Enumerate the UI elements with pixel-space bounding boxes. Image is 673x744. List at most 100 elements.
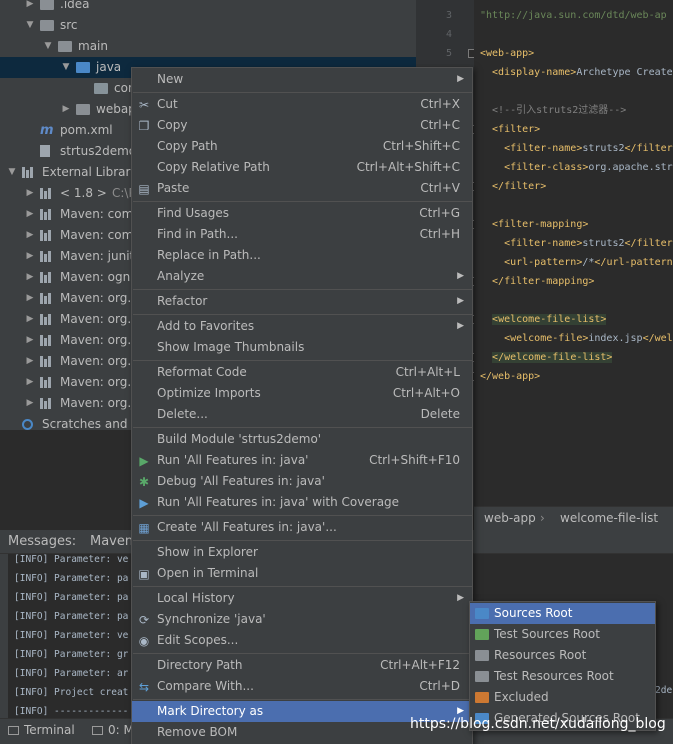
menu-item-label: Paste	[157, 181, 190, 195]
watermark: https://blog.csdn.net/xudailong_blog	[410, 716, 666, 732]
menu-item-create-all-features-in-java[interactable]: ▦ Create 'All Features in: java'...	[132, 517, 472, 538]
menu-item-replace-in-path[interactable]: Replace in Path...	[132, 245, 472, 266]
menu-item-delete[interactable]: Delete... Delete	[132, 404, 472, 425]
chevron-right-icon[interactable]: ▶	[24, 183, 36, 204]
coverage-icon: ▶	[139, 496, 149, 510]
menu-item-find-in-path[interactable]: Find in Path... Ctrl+H	[132, 224, 472, 245]
messages-tab[interactable]: 0: M	[92, 723, 134, 737]
breadcrumb: web-app › welcome-file-list	[474, 506, 673, 530]
log-line: [INFO] Parameter: ar	[14, 668, 129, 679]
chevron-right-icon[interactable]: ▶	[24, 288, 36, 309]
chevron-down-icon[interactable]: ▼	[60, 57, 72, 78]
menu-item-copy-relative-path[interactable]: Copy Relative Path Ctrl+Alt+Shift+C	[132, 157, 472, 178]
submenu-item-excluded[interactable]: Excluded	[470, 687, 655, 708]
chevron-right-icon[interactable]: ▶	[24, 309, 36, 330]
menu-item-label: Debug 'All Features in: java'	[157, 474, 325, 488]
tree-row[interactable]: ▼ main	[0, 36, 416, 57]
library-icon	[40, 335, 54, 346]
menu-item-reformat-code[interactable]: Reformat Code Ctrl+Alt+L	[132, 362, 472, 383]
tree-item-label: Maven: com	[60, 207, 134, 221]
menu-separator	[133, 289, 473, 290]
chevron-down-icon[interactable]: ▼	[6, 162, 18, 183]
menu-item-build-module-strtus2demo[interactable]: Build Module 'strtus2demo'	[132, 429, 472, 450]
chevron-right-icon[interactable]: ▶	[24, 225, 36, 246]
menu-item-directory-path[interactable]: Directory Path Ctrl+Alt+F12	[132, 655, 472, 676]
menu-item-shortcut: Ctrl+Alt+O	[392, 386, 460, 400]
log-line: [INFO] Parameter: pa	[14, 611, 129, 622]
code-line: </filter-mapping>	[480, 276, 595, 287]
menu-item-show-image-thumbnails[interactable]: Show Image Thumbnails	[132, 337, 472, 358]
menu-separator	[133, 201, 473, 202]
library-icon	[40, 251, 54, 262]
library-icon	[40, 356, 54, 367]
chevron-right-icon[interactable]: ▶	[24, 0, 36, 15]
tree-row[interactable]: ▼ src	[0, 15, 416, 36]
menu-item-refactor[interactable]: Refactor ▶	[132, 291, 472, 312]
menu-item-label: Directory Path	[157, 658, 243, 672]
menu-item-cut[interactable]: ✂ Cut Ctrl+X	[132, 94, 472, 115]
code-line: <filter-class>org.apache.str	[480, 162, 673, 173]
menu-item-local-history[interactable]: Local History ▶	[132, 588, 472, 609]
scopes-icon: ◉	[138, 634, 150, 648]
tree-item-label: Maven: ognl	[60, 270, 134, 284]
terminal-tab[interactable]: Terminal	[8, 723, 75, 737]
menu-item-optimize-imports[interactable]: Optimize Imports Ctrl+Alt+O	[132, 383, 472, 404]
tree-item-label: < 1.8 >	[60, 186, 107, 200]
menu-separator	[133, 314, 473, 315]
menu-item-label: Find in Path...	[157, 227, 238, 241]
menu-item-debug-all-features-in-java[interactable]: ✱ Debug 'All Features in: java'	[132, 471, 472, 492]
menu-item-new[interactable]: New ▶	[132, 69, 472, 90]
code-line: </web-app>	[480, 371, 541, 382]
menu-item-run-all-features-in-java-with-coverage[interactable]: ▶ Run 'All Features in: java' with Covera…	[132, 492, 472, 513]
submenu-item-sources-root[interactable]: Sources Root	[470, 603, 655, 624]
menu-item-label: New	[157, 72, 184, 86]
menu-item-label: Find Usages	[157, 206, 230, 220]
chevron-right-icon[interactable]: ▶	[24, 246, 36, 267]
menu-item-copy-path[interactable]: Copy Path Ctrl+Shift+C	[132, 136, 472, 157]
chevron-down-icon[interactable]: ▼	[42, 36, 54, 57]
library-icon	[40, 209, 54, 220]
menu-item-open-in-terminal[interactable]: ▣ Open in Terminal	[132, 563, 472, 584]
breadcrumb-welcome-file-list[interactable]: welcome-file-list	[560, 511, 658, 525]
code-line: <display-name>Archetype Create	[480, 67, 673, 78]
menu-item-add-to-favorites[interactable]: Add to Favorites ▶	[132, 316, 472, 337]
chevron-right-icon[interactable]: ▶	[60, 99, 72, 120]
submenu-item-test-resources-root[interactable]: Test Resources Root	[470, 666, 655, 687]
menu-item-synchronize-java[interactable]: ⟳ Synchronize 'java'	[132, 609, 472, 630]
chevron-right-icon[interactable]: ▶	[24, 204, 36, 225]
menu-item-label: Run 'All Features in: java'	[157, 453, 309, 467]
menu-item-analyze[interactable]: Analyze ▶	[132, 266, 472, 287]
menu-item-find-usages[interactable]: Find Usages Ctrl+G	[132, 203, 472, 224]
library-icon	[40, 272, 54, 283]
chevron-right-icon[interactable]: ▶	[24, 351, 36, 372]
library-icon	[22, 167, 36, 178]
menu-item-run-all-features-in-java[interactable]: ▶ Run 'All Features in: java' Ctrl+Shift+F…	[132, 450, 472, 471]
menu-separator	[133, 92, 473, 93]
log-overflow-text: 2de	[655, 685, 673, 696]
tree-item-label: main	[78, 39, 108, 53]
sync-icon: ⟳	[138, 613, 150, 627]
scratches-icon	[22, 419, 33, 430]
tree-row[interactable]: ▶ .idea	[0, 0, 416, 15]
submenu-item-resources-root[interactable]: Resources Root	[470, 645, 655, 666]
menu-item-label: Compare With...	[157, 679, 254, 693]
menu-item-copy[interactable]: ❐ Copy Ctrl+C	[132, 115, 472, 136]
chevron-right-icon[interactable]: ▶	[24, 372, 36, 393]
breadcrumb-web-app[interactable]: web-app	[484, 511, 536, 525]
maven-tab[interactable]: Maven	[90, 534, 133, 549]
submenu-item-test-sources-root[interactable]: Test Sources Root	[470, 624, 655, 645]
chevron-right-icon[interactable]: ▶	[24, 267, 36, 288]
tree-item-label: Maven: org.f	[60, 354, 136, 368]
tree-item-label: Scratches and C	[42, 417, 140, 430]
menu-item-show-in-explorer[interactable]: Show in Explorer	[132, 542, 472, 563]
menu-item-paste[interactable]: ▤ Paste Ctrl+V	[132, 178, 472, 199]
menu-item-edit-scopes[interactable]: ◉ Edit Scopes...	[132, 630, 472, 651]
chevron-right-icon[interactable]: ▶	[24, 393, 36, 414]
folder-icon	[58, 41, 72, 52]
library-icon	[40, 398, 54, 409]
menu-item-compare-with[interactable]: ⇆ Compare With... Ctrl+D	[132, 676, 472, 697]
code-editor[interactable]: "http://java.sun.com/dtd/web-ap <web-app>…	[474, 0, 673, 510]
chevron-down-icon[interactable]: ▼	[24, 15, 36, 36]
code-line: <!--引入struts2过滤器-->	[480, 105, 627, 116]
chevron-right-icon[interactable]: ▶	[24, 330, 36, 351]
